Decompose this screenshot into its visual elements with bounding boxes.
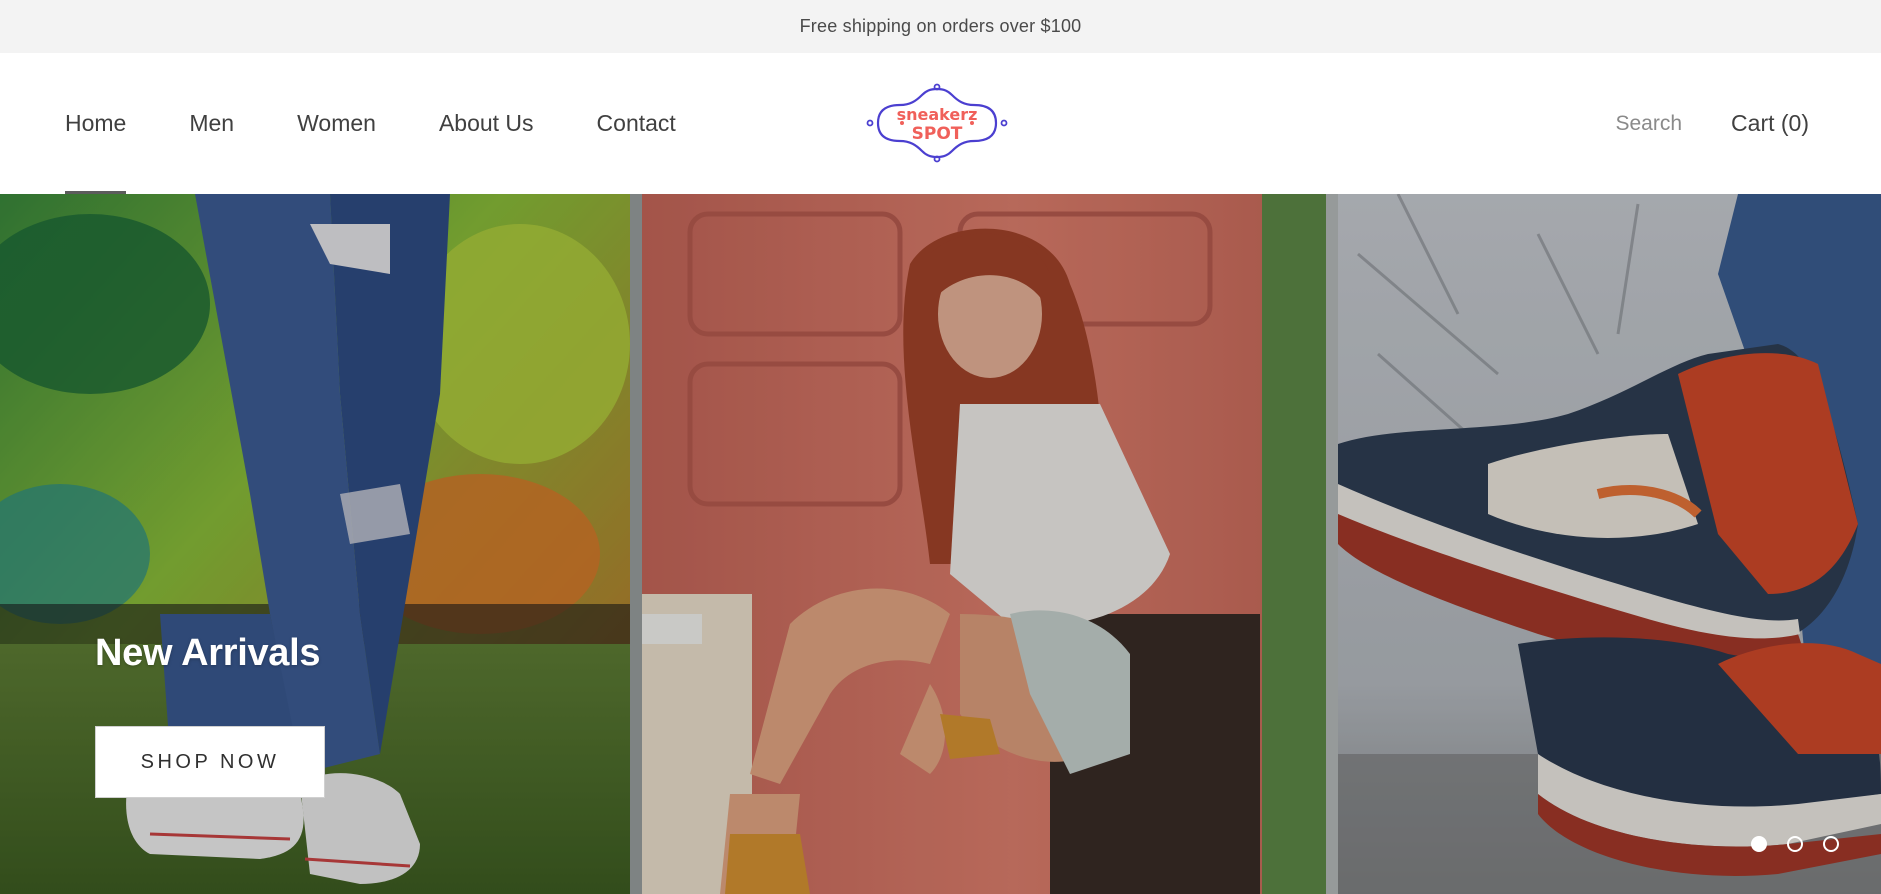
- hero-image-sneaker-closeup: [1338, 194, 1881, 894]
- slide-dot-3[interactable]: [1823, 836, 1839, 852]
- nav-item-women[interactable]: Women: [297, 53, 376, 194]
- store-logo[interactable]: sneakerz SPOT: [864, 83, 1010, 163]
- shop-now-button[interactable]: SHOP NOW: [95, 726, 325, 798]
- nav-item-contact[interactable]: Contact: [597, 53, 676, 194]
- main-nav: Home Men Women About Us Contact: [65, 53, 739, 194]
- logo-line1: sneakerz: [897, 105, 978, 124]
- hero-image-woman-van: [630, 194, 1338, 894]
- nav-item-men[interactable]: Men: [189, 53, 234, 194]
- nav-item-about-us[interactable]: About Us: [439, 53, 534, 194]
- nav-item-home[interactable]: Home: [65, 53, 127, 194]
- slide-dots: [1751, 836, 1859, 852]
- hero-slideshow: New Arrivals SHOP NOW: [0, 194, 1881, 894]
- announcement-bar: Free shipping on orders over $100: [0, 0, 1881, 53]
- search-link[interactable]: Search: [1616, 112, 1683, 136]
- header-actions: Search Cart (0): [1616, 53, 1810, 194]
- slide-dot-2[interactable]: [1787, 836, 1803, 852]
- cart-link[interactable]: Cart (0): [1731, 110, 1809, 137]
- logo-line2: SPOT: [912, 124, 963, 144]
- announcement-text: Free shipping on orders over $100: [799, 16, 1082, 36]
- hero-heading: New Arrivals: [95, 632, 321, 674]
- site-header: Home Men Women About Us Contact sneakerz…: [0, 53, 1881, 194]
- slide-dot-1[interactable]: [1751, 836, 1767, 852]
